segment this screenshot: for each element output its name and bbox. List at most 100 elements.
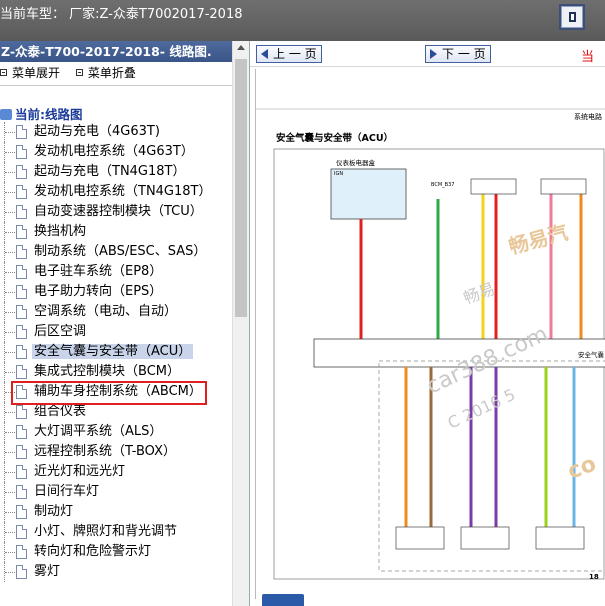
document-icon <box>16 525 27 539</box>
wiring-diagram-page: 系统电路 安全气囊与安全带（ACU） 仪表板电器盒 IGN BCM_B37 安全… <box>255 69 605 599</box>
section-title: 安全气囊与安全带（ACU） <box>276 132 393 144</box>
tree-item[interactable]: 发动机电控系统（TN4G18T） <box>0 182 232 202</box>
tree-item-label: 近光灯和远光灯 <box>34 464 126 479</box>
tree-item[interactable]: 日间行车灯 <box>0 482 232 502</box>
folder-icon <box>0 109 12 120</box>
document-icon <box>16 185 27 199</box>
acu-module-label: 安全气囊 <box>578 350 605 359</box>
document-icon <box>16 445 27 459</box>
tree-item[interactable]: 换挡机构 <box>0 222 232 242</box>
fuse-box-label: 仪表板电器盒 <box>336 158 376 167</box>
wiring-diagram: 系统电路 安全气囊与安全带（ACU） 仪表板电器盒 IGN BCM_B37 安全… <box>256 108 605 581</box>
tree-branch-line <box>4 442 16 462</box>
corner-label: 系统电路 <box>574 112 602 121</box>
document-icon <box>16 265 27 279</box>
tree-branch-line <box>4 362 16 382</box>
tree-item[interactable]: 小灯、牌照灯和背光调节 <box>0 522 232 542</box>
tree-item-label: 制动灯 <box>34 504 74 519</box>
tree-branch-line <box>4 182 16 202</box>
ign-label: IGN <box>334 171 343 177</box>
tree-item-label: 发动机电控系统（TN4G18T） <box>34 184 212 199</box>
tree-item[interactable]: 组合仪表 <box>0 402 232 422</box>
tree-branch-line <box>4 222 16 242</box>
document-icon <box>16 305 27 319</box>
tree-branch-line <box>4 122 16 142</box>
tree-item-label: 日间行车灯 <box>34 484 100 499</box>
toggle-icon <box>569 12 576 22</box>
tree-item-label: 空调系统（电动、自动） <box>34 304 178 319</box>
bcm-label: BCM_B37 <box>431 182 454 188</box>
tree-item[interactable]: 制动灯 <box>0 502 232 522</box>
tree-item[interactable]: 起动与充电（4G63T) <box>0 122 232 142</box>
arrow-right-icon <box>430 49 437 59</box>
tree-item[interactable]: 电子助力转向（EPS） <box>0 282 232 302</box>
tree-item[interactable]: 雾灯 <box>0 562 232 582</box>
tree-item[interactable]: 空调系统（电动、自动） <box>0 302 232 322</box>
tree-branch-line <box>4 242 16 262</box>
tree-item-label: 后区空调 <box>34 324 87 339</box>
scroll-thumb[interactable] <box>235 59 247 317</box>
watermark-4: C 2016 5 <box>445 385 519 433</box>
arrow-left-icon <box>261 49 268 59</box>
tree-item[interactable]: 近光灯和远光灯 <box>0 462 232 482</box>
menu-expand-label: 菜单展开 <box>12 65 61 80</box>
tree-item[interactable]: 电子驻车系统（EP8） <box>0 262 232 282</box>
tree-root-label: 当前:线路图 <box>15 107 83 122</box>
tree-item-label: 转向灯和危险警示灯 <box>34 544 152 559</box>
tree-branch-line <box>4 462 16 482</box>
document-icon <box>16 365 27 379</box>
bottom-scroll-button[interactable] <box>262 594 304 606</box>
scroll-up-icon[interactable] <box>237 45 245 50</box>
selection-highlight-box <box>11 381 207 405</box>
tree-item[interactable]: 安全气囊与安全带（ACU） <box>0 342 232 362</box>
tree-item[interactable]: 制动系统（ABS/ESC、SAS） <box>0 242 232 262</box>
tree-branch-line <box>4 422 16 442</box>
document-icon <box>16 465 27 479</box>
prev-page-button[interactable]: 上 一 页 <box>256 45 322 63</box>
tree-branch-line <box>4 262 16 282</box>
vehicle-title: 当前车型： 厂家:Z-众泰T7002017-2018 <box>0 7 243 22</box>
document-icon <box>16 545 27 559</box>
document-icon <box>16 145 27 159</box>
tree-item-label: 大灯调平系统（ALS） <box>34 424 163 439</box>
document-icon <box>16 285 27 299</box>
menu-expand-button[interactable]: 菜单展开 <box>0 63 60 83</box>
prev-page-label: 上 一 页 <box>273 47 317 61</box>
tree-item[interactable]: 集成式控制模块（BCM） <box>0 362 232 382</box>
document-icon <box>16 565 27 579</box>
tree-item[interactable]: 后区空调 <box>0 322 232 342</box>
tree-item-label: 制动系统（ABS/ESC、SAS） <box>34 244 207 259</box>
tree-list: 起动与充电（4G63T) 发动机电控系统（4G63T） 起动与充电（TN4G18T）… <box>0 122 232 582</box>
menu-collapse-button[interactable]: 菜单折叠 <box>75 63 136 83</box>
left-scrollbar[interactable] <box>232 41 249 606</box>
toggle-button[interactable] <box>559 4 585 30</box>
tree-item-label: 安全气囊与安全带（ACU） <box>32 344 194 359</box>
tree-item[interactable]: 大灯调平系统（ALS） <box>0 422 232 442</box>
right-panel: 上 一 页 下 一 页 当 系统电路 安全气囊与安全带（ACU） 仪表板电器盒 … <box>250 41 605 606</box>
tree-header: Z-众泰-T700-2017-2018- 线路图. <box>0 41 232 62</box>
document-icon <box>16 345 27 359</box>
document-icon <box>16 225 27 239</box>
tree-item-label: 雾灯 <box>34 564 61 579</box>
document-icon <box>16 205 27 219</box>
tree-branch-line <box>4 342 16 362</box>
tree-item-label: 小灯、牌照灯和背光调节 <box>34 524 178 539</box>
tree-item[interactable]: 远程控制系统（T-BOX） <box>0 442 232 462</box>
divider <box>0 82 232 86</box>
tree-item-label: 电子驻车系统（EP8） <box>34 264 163 279</box>
tree-item[interactable]: 自动变速器控制模块（TCU） <box>0 202 232 222</box>
tree-branch-line <box>4 482 16 502</box>
watermark-2: 畅易 <box>461 279 498 308</box>
tree-branch-line <box>4 502 16 522</box>
page-number: 18 <box>589 573 599 581</box>
document-icon <box>16 125 27 139</box>
top-bar: 当前车型： 厂家:Z-众泰T7002017-2018 <box>0 0 605 41</box>
tree-item[interactable]: 转向灯和危险警示灯 <box>0 542 232 562</box>
tree-item[interactable]: 起动与充电（TN4G18T） <box>0 162 232 182</box>
next-page-button[interactable]: 下 一 页 <box>425 45 491 63</box>
tree-branch-line <box>4 282 16 302</box>
document-icon <box>16 245 27 259</box>
tree-branch-line <box>4 562 16 582</box>
tree-branch-line <box>4 162 16 182</box>
tree-item[interactable]: 发动机电控系统（4G63T） <box>0 142 232 162</box>
